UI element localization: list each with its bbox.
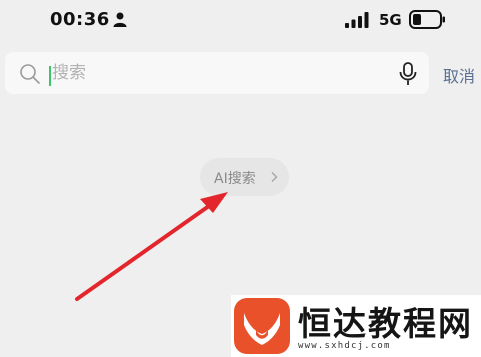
- person-icon: [113, 12, 127, 27]
- text-cursor: [49, 66, 51, 86]
- ai-search-button[interactable]: AI搜索: [200, 158, 289, 196]
- search-input[interactable]: [52, 60, 352, 86]
- watermark-logo-icon: [234, 298, 290, 354]
- watermark-url: www.sxhdcj.com: [298, 341, 391, 351]
- network-type: 5G: [379, 11, 402, 29]
- chevron-right-icon: [271, 172, 278, 182]
- signal-icon: [345, 12, 369, 28]
- status-bar: 00:36 5G: [0, 0, 481, 40]
- mic-icon[interactable]: [399, 62, 417, 86]
- battery-icon: [409, 10, 445, 29]
- watermark: 恒达教程网 www.sxhdcj.com: [231, 295, 481, 357]
- ai-search-label: AI搜索: [214, 171, 256, 187]
- watermark-title: 恒达教程网: [298, 304, 473, 343]
- search-box[interactable]: [5, 52, 429, 94]
- cancel-button[interactable]: 取消: [443, 63, 475, 87]
- search-icon: [20, 64, 40, 84]
- status-time: 00:36: [50, 9, 110, 30]
